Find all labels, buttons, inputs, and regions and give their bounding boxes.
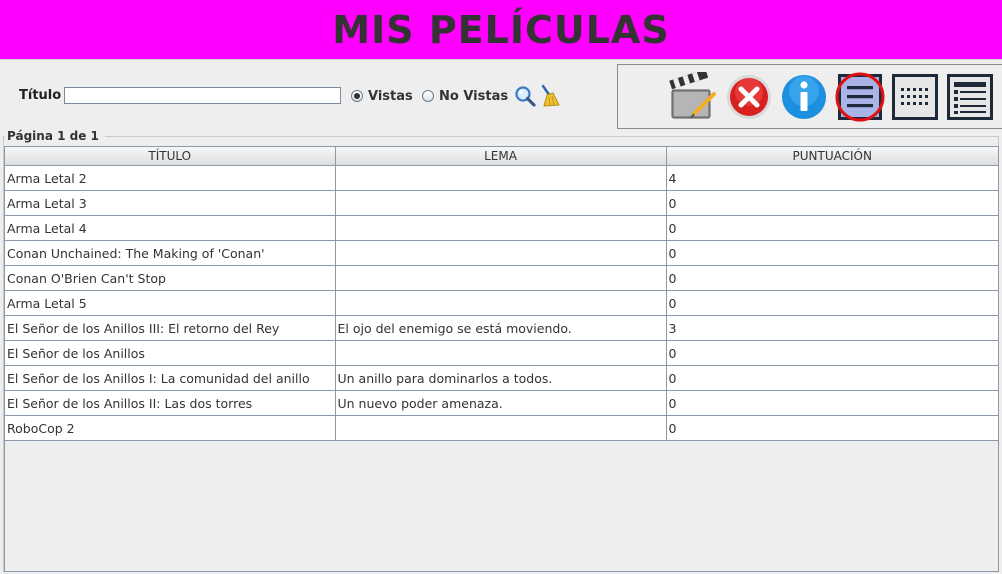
table-row[interactable]: RoboCop 2 0 xyxy=(5,415,998,441)
radio-watched-label: Vistas xyxy=(368,88,413,104)
radio-unwatched[interactable]: No Vistas xyxy=(422,88,508,104)
clapperboard-icon[interactable] xyxy=(668,72,718,122)
table-row[interactable]: El Señor de los Anillos III: El retorno … xyxy=(5,315,998,341)
table-row[interactable]: Arma Letal 3 0 xyxy=(5,190,998,216)
cell-title[interactable]: Conan Unchained: The Making of 'Conan' xyxy=(5,240,336,266)
movies-table[interactable]: TÍTULO LEMA PUNTUACIÓN Arma Letal 2 4 Arma… xyxy=(4,146,999,572)
cell-tagline[interactable]: Un anillo para dominarlos a todos. xyxy=(335,365,667,391)
cell-score[interactable]: 0 xyxy=(666,240,998,266)
cell-tagline[interactable]: El ojo del enemigo se está moviendo. xyxy=(335,315,667,341)
cell-score[interactable]: 3 xyxy=(666,315,998,341)
cell-title[interactable]: Arma Letal 4 xyxy=(5,215,336,241)
detail-view-icon[interactable] xyxy=(945,72,995,122)
radio-unwatched-label: No Vistas xyxy=(439,88,509,104)
radio-watched[interactable]: Vistas xyxy=(351,88,413,104)
title-banner: MIS PELÍCULAS xyxy=(0,0,1002,59)
info-icon[interactable] xyxy=(779,72,829,122)
cell-score[interactable]: 0 xyxy=(666,265,998,291)
app-title: MIS PELÍCULAS xyxy=(332,7,670,52)
column-header-tagline[interactable]: LEMA xyxy=(335,147,667,166)
grid-view-icon[interactable] xyxy=(890,72,940,122)
column-header-score[interactable]: PUNTUACIÓN xyxy=(666,147,998,166)
broom-clear-icon[interactable] xyxy=(538,84,562,108)
cell-title[interactable]: El Señor de los Anillos II: Las dos torr… xyxy=(5,390,336,416)
list-view-icon[interactable] xyxy=(835,72,885,122)
cell-title[interactable]: El Señor de los Anillos xyxy=(5,340,336,366)
table-row[interactable]: Conan O'Brien Can't Stop 0 xyxy=(5,265,998,291)
cell-tagline[interactable] xyxy=(335,215,667,241)
table-row[interactable]: El Señor de los Anillos 0 xyxy=(5,340,998,366)
divider xyxy=(0,59,1002,60)
table-row[interactable]: Arma Letal 2 4 xyxy=(5,165,998,191)
cell-tagline[interactable]: Un nuevo poder amenaza. xyxy=(335,390,667,416)
cell-score[interactable]: 0 xyxy=(666,190,998,216)
cell-score[interactable]: 0 xyxy=(666,415,998,441)
title-search-label: Título xyxy=(19,88,62,103)
cell-title[interactable]: Arma Letal 5 xyxy=(5,290,336,316)
cell-tagline[interactable] xyxy=(335,265,667,291)
cell-title[interactable]: Arma Letal 2 xyxy=(5,165,336,191)
cell-tagline[interactable] xyxy=(335,290,667,316)
cell-tagline[interactable] xyxy=(335,190,667,216)
table-row[interactable]: El Señor de los Anillos II: Las dos torr… xyxy=(5,390,998,416)
cell-tagline[interactable] xyxy=(335,415,667,441)
table-row[interactable]: Arma Letal 4 0 xyxy=(5,215,998,241)
column-header-title[interactable]: TÍTULO xyxy=(5,147,336,166)
cell-score[interactable]: 0 xyxy=(666,390,998,416)
table-header-row: TÍTULO LEMA PUNTUACIÓN xyxy=(5,147,998,166)
table-row[interactable]: Arma Letal 5 0 xyxy=(5,290,998,316)
cell-score[interactable]: 0 xyxy=(666,215,998,241)
title-search-input[interactable] xyxy=(64,87,341,104)
cell-tagline[interactable] xyxy=(335,340,667,366)
table-row[interactable]: El Señor de los Anillos I: La comunidad … xyxy=(5,365,998,391)
cell-title[interactable]: Arma Letal 3 xyxy=(5,190,336,216)
cell-title[interactable]: RoboCop 2 xyxy=(5,415,336,441)
delete-icon[interactable] xyxy=(724,72,774,122)
radio-watched-indicator[interactable] xyxy=(351,90,363,102)
cell-score[interactable]: 4 xyxy=(666,165,998,191)
cell-title[interactable]: El Señor de los Anillos III: El retorno … xyxy=(5,315,336,341)
radio-unwatched-indicator[interactable] xyxy=(422,90,434,102)
cell-score[interactable]: 0 xyxy=(666,365,998,391)
cell-title[interactable]: El Señor de los Anillos I: La comunidad … xyxy=(5,365,336,391)
cell-score[interactable]: 0 xyxy=(666,340,998,366)
search-icon[interactable] xyxy=(513,84,537,108)
cell-tagline[interactable] xyxy=(335,165,667,191)
page-indicator: Página 1 de 1 xyxy=(7,129,99,143)
cell-tagline[interactable] xyxy=(335,240,667,266)
table-row[interactable]: Conan Unchained: The Making of 'Conan' 0 xyxy=(5,240,998,266)
cell-title[interactable]: Conan O'Brien Can't Stop xyxy=(5,265,336,291)
cell-score[interactable]: 0 xyxy=(666,290,998,316)
